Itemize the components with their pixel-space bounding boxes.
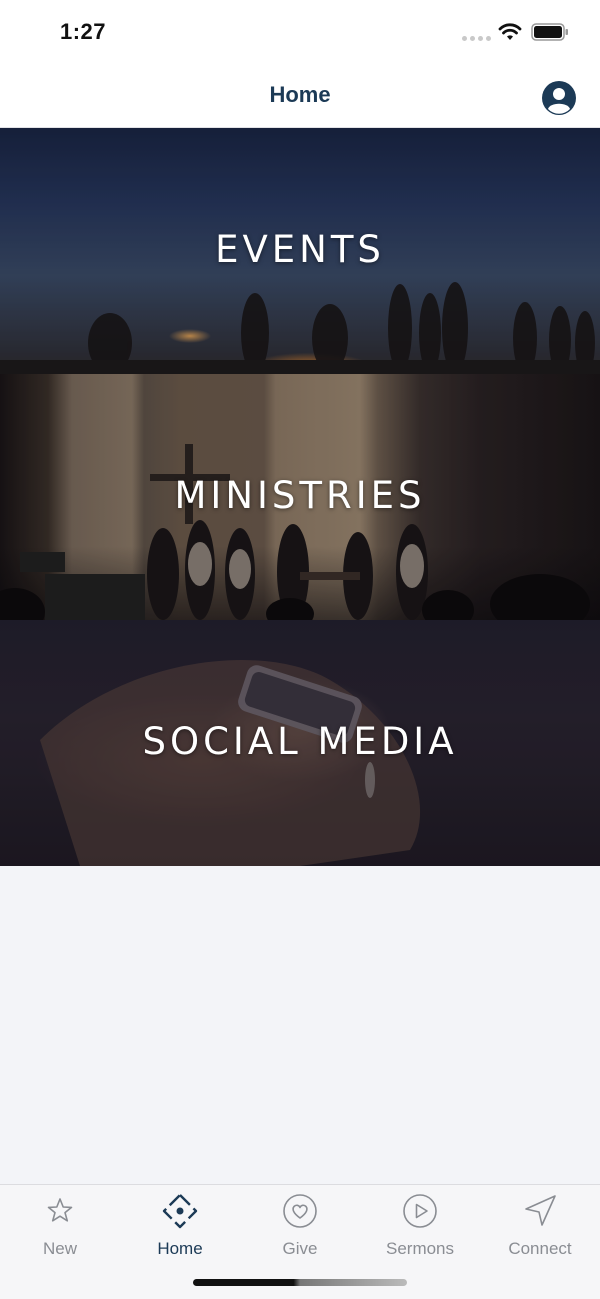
star-icon [47,1198,73,1222]
page-title: Home [269,82,331,107]
heart-circle-icon [283,1194,317,1228]
social-media-label: SOCIAL MEDIA [142,720,458,763]
tab-sermons-label: Sermons [385,1239,455,1258]
tab-connect-label: Connect [508,1239,572,1258]
home-indicator[interactable] [193,1279,407,1286]
social-media-tile[interactable]: SOCIAL MEDIA [0,620,600,866]
home-diamond-icon [162,1193,198,1229]
ministries-tile[interactable]: MINISTRIES [0,374,600,620]
status-bar: 1:27 [0,0,600,66]
status-time: 1:27 [60,19,107,44]
tab-new[interactable]: New [0,1185,120,1269]
events-label: EVENTS [215,228,385,271]
tab-home-label: Home [157,1239,203,1258]
location-arrow-icon [525,1195,556,1226]
play-circle-icon [403,1194,437,1228]
wifi-icon [498,23,522,40]
profile-avatar-icon[interactable] [541,80,577,116]
events-tile[interactable]: EVENTS [0,128,600,374]
home-screen: 1:27 Home EVENTS MINISTRIES SOCIAL MEDIA… [0,0,600,1299]
tab-home[interactable]: Home [120,1185,240,1269]
navigation-bar: Home [0,66,600,128]
cellular-signal-icon [462,36,491,41]
tab-give[interactable]: Give [240,1185,360,1269]
tab-give-label: Give [282,1239,318,1258]
ministries-label: MINISTRIES [174,474,426,517]
tab-new-label: New [42,1239,77,1258]
battery-icon [531,23,568,41]
tab-connect[interactable]: Connect [480,1185,600,1269]
tab-sermons[interactable]: Sermons [360,1185,480,1269]
